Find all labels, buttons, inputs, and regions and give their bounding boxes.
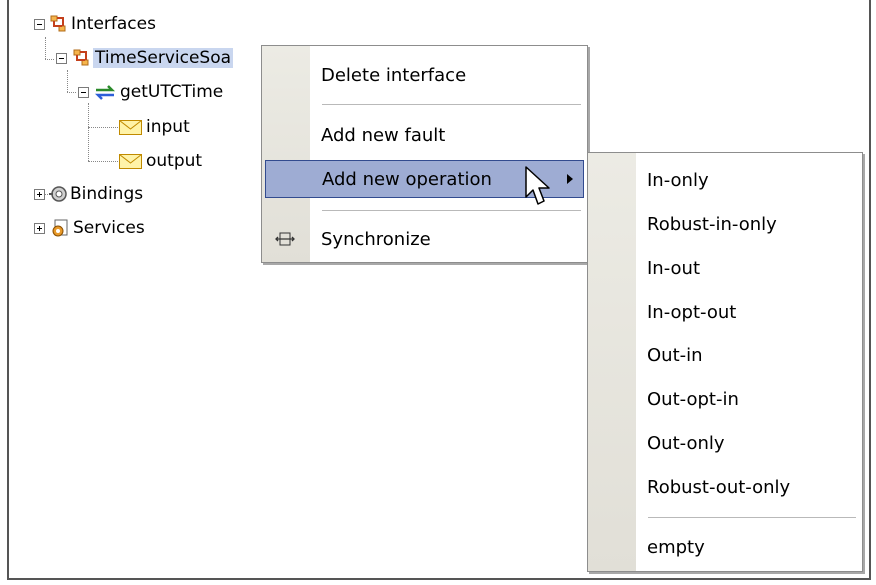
tree-label: Bindings [70,184,144,204]
tree-label: input [146,117,190,137]
collapse-toggle[interactable] [78,86,89,98]
tree-label: TimeServiceSoa [93,48,234,68]
submenu-item-label: In-out [647,257,701,279]
envelope-icon [118,117,144,137]
submenu-item-robust-in-only[interactable]: Robust-in-only [588,205,862,243]
operation-arrows-icon [94,82,116,102]
tree-line [67,70,68,92]
submenu-item-robust-out-only[interactable]: Robust-out-only [588,468,862,506]
tree-node-input[interactable]: input [118,114,190,140]
menu-item-label: Add new fault [321,124,446,146]
tree-line [45,37,46,59]
menu-item-add-new-fault[interactable]: Add new fault [262,116,587,154]
tree-node-bindings[interactable]: Bindings [34,181,143,207]
submenu-item-empty[interactable]: empty [588,528,862,566]
operation-type-submenu: In-only Robust-in-only In-out In-opt-out… [587,152,863,572]
tree-line [45,59,54,60]
submenu-item-label: Out-in [647,344,703,366]
submenu-item-in-opt-out[interactable]: In-opt-out [588,293,862,331]
submenu-arrow-icon [567,174,573,184]
menu-item-label: Synchronize [321,228,431,250]
tree-node-services[interactable]: Services [34,215,145,241]
envelope-icon [118,151,144,171]
tree-line [88,127,118,128]
submenu-item-label: empty [647,536,705,558]
tree-label: output [146,151,203,171]
submenu-item-in-only[interactable]: In-only [588,161,862,199]
collapse-toggle[interactable] [56,52,67,64]
tree-node-time-service[interactable]: TimeServiceSoa [56,45,234,71]
tree-node-get-utc-time[interactable]: getUTCTime [78,79,223,105]
menu-separator [648,517,856,519]
mouse-cursor-icon [525,166,551,212]
interface-icon [48,14,68,34]
submenu-item-label: Robust-in-only [647,213,777,235]
menu-item-synchronize[interactable]: Synchronize [262,220,587,258]
submenu-item-label: In-only [647,169,709,191]
menu-separator [322,104,581,106]
interface-icon [71,48,91,68]
expand-toggle[interactable] [34,222,45,234]
tree-line [67,92,76,93]
binding-icon [48,184,68,204]
submenu-item-out-only[interactable]: Out-only [588,424,862,462]
submenu-item-out-opt-in[interactable]: Out-opt-in [588,380,862,418]
expand-toggle[interactable] [34,188,45,200]
menu-item-delete-interface[interactable]: Delete interface [262,56,587,94]
service-icon [50,218,70,238]
menu-item-label: Add new operation [322,168,492,190]
tree-node-output[interactable]: output [118,148,202,174]
collapse-toggle[interactable] [34,18,45,30]
submenu-item-label: Out-only [647,432,725,454]
synchronize-icon [275,229,295,249]
tree-label: Interfaces [71,14,156,34]
submenu-item-out-in[interactable]: Out-in [588,336,862,374]
tree-line [88,161,118,162]
submenu-item-label: Out-opt-in [647,388,739,410]
tree-label: Services [73,218,145,238]
submenu-item-label: Robust-out-only [647,476,791,498]
submenu-item-label: In-opt-out [647,301,737,323]
menu-item-label: Delete interface [321,64,467,86]
tree-node-interfaces[interactable]: Interfaces [34,11,156,37]
context-menu: Delete interface Add new fault Add new o… [261,45,588,263]
tree-label: getUTCTime [120,82,224,102]
tree-line [88,103,89,161]
submenu-item-in-out[interactable]: In-out [588,249,862,287]
